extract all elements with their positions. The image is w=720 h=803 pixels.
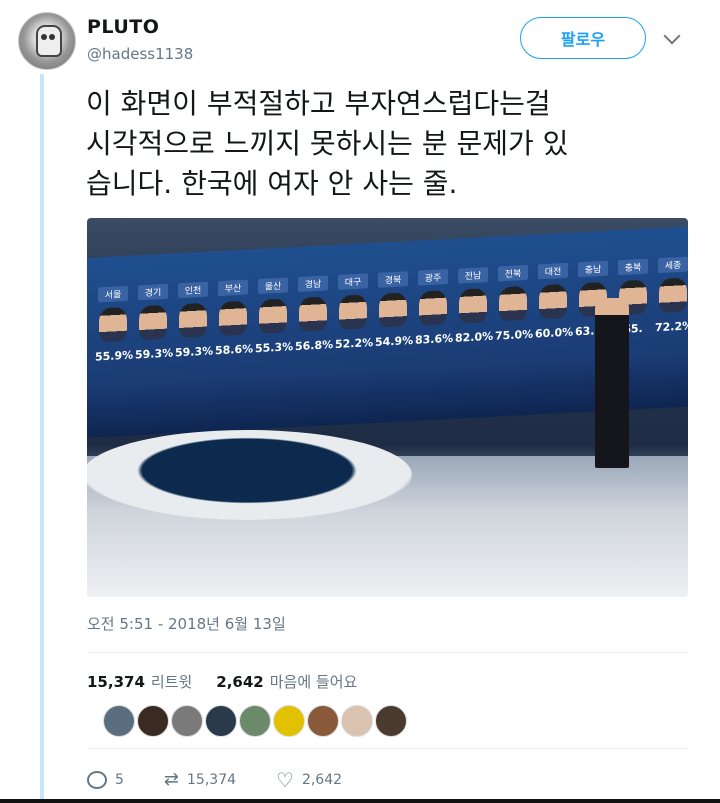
candidate-photo [139,304,167,341]
region-name: 충남 [578,260,608,278]
display-name[interactable]: PLUTO [87,16,159,38]
reply-button[interactable]: 5 [87,771,124,789]
candidate-photo [299,296,327,332]
follow-button[interactable]: 팔로우 [520,17,646,59]
chevron-down-icon[interactable] [663,27,681,45]
eye-icon [49,34,55,40]
engagement-stats: 15,374 리트윗 2,642 마음에 들어요 [87,671,357,692]
region-result: 세종 72.2% [655,256,688,334]
liker-avatar[interactable] [137,705,169,737]
region-result: 경북 54.9% [375,271,414,349]
candidate-photo [419,290,447,326]
vote-percentage: 54.9% [375,333,414,349]
retweet-button[interactable]: ⇄ 15,374 [164,771,236,789]
vote-percentage: 55.3% [255,340,294,356]
tweet-timestamp[interactable]: 오전 5:51 - 2018년 6월 13일 [87,613,286,634]
region-result: 전북 75.0% [495,264,534,343]
region-result: 경남 56.8% [295,275,334,354]
region-result: 광주 83.6% [415,269,454,347]
candidate-photo [339,294,367,330]
candidate-photo [379,292,407,328]
eye-icon [41,34,47,40]
region-name: 전북 [498,264,528,282]
vote-percentage: 59.3% [135,346,174,362]
retweets-count[interactable]: 15,374 [87,673,145,691]
vote-percentage: 72.2% [655,319,688,335]
region-name: 울산 [258,277,288,295]
region-result: 전남 82.0% [455,266,494,345]
reply-count: 5 [115,772,124,788]
region-result: 인천 59.3% [175,281,214,360]
vote-percentage: 52.2% [335,336,374,352]
liker-avatar[interactable] [375,705,407,737]
skull-icon [36,25,62,57]
region-name: 서울 [98,285,128,303]
user-handle[interactable]: @hadess1138 [87,45,193,63]
liker-avatar[interactable] [307,705,339,737]
tweet-text: 이 화면이 부적절하고 부자연스럽다는걸 시각적으로 느끼지 못하시는 분 문제… [86,87,569,200]
region-name: 대전 [538,262,568,280]
liker-avatar[interactable] [273,705,305,737]
candidate-photo [259,298,287,334]
region-result: 서울 55.9% [95,285,134,364]
candidate-photo [219,300,247,337]
region-name: 경남 [298,275,328,292]
like-count: 2,642 [301,772,343,788]
region-name: 경기 [138,283,168,301]
region-result: 부산 58.6% [215,279,254,358]
retweet-icon: ⇄ [163,769,180,790]
avatar[interactable] [18,12,76,70]
vote-percentage: 60.0% [535,325,574,341]
vote-percentage: 56.8% [295,338,334,354]
vote-percentage: 55.9% [95,348,134,364]
region-name: 충북 [618,258,648,276]
candidate-photo [659,277,687,314]
region-result: 경기 59.3% [135,283,174,362]
region-name: 세종 [658,256,688,274]
liker-avatar[interactable] [341,705,373,737]
liker-avatar[interactable] [205,705,237,737]
retweet-count: 15,374 [187,772,237,788]
vote-percentage: 82.0% [455,329,494,345]
region-name: 광주 [418,269,448,286]
vote-percentage: 75.0% [495,327,534,343]
studio-desk [87,430,412,520]
region-name: 경북 [378,271,408,288]
heart-icon: ♡ [276,768,294,792]
bottom-border [0,799,720,803]
reply-icon [87,771,107,789]
retweets-label[interactable]: 리트윗 [151,671,192,692]
liker-avatar[interactable] [103,705,135,737]
candidate-photo [499,285,527,322]
likes-count[interactable]: 2,642 [216,673,263,691]
vote-percentage: 58.6% [215,342,254,358]
liker-avatar[interactable] [239,705,271,737]
candidate-photo [459,288,487,324]
region-name: 전남 [458,266,488,284]
divider [87,652,688,653]
vote-percentage: 83.6% [415,331,454,347]
region-name: 부산 [218,279,248,297]
like-button[interactable]: ♡ 2,642 [276,770,342,790]
liker-avatar[interactable] [171,705,203,737]
vote-percentage: 59.3% [175,344,214,360]
news-anchor [595,298,629,468]
region-name: 인천 [178,281,208,299]
region-result: 울산 55.3% [255,277,294,356]
tweet-photo[interactable]: 서울 55.9% 경기 59.3% 인천 59.3% 부산 58.6% 울산 55.3% 경남 56.… [87,218,688,597]
tweet-actions: 5 ⇄ 15,374 ♡ 2,642 [87,765,382,795]
candidate-photo [99,306,127,343]
region-result: 대구 52.2% [335,273,374,352]
candidate-photo [179,302,207,339]
region-name: 대구 [338,273,368,290]
thread-line [40,74,44,803]
candidate-photo [539,283,567,320]
divider [87,748,688,749]
likes-label[interactable]: 마음에 들어요 [270,671,358,692]
region-result: 대전 60.0% [535,262,574,341]
